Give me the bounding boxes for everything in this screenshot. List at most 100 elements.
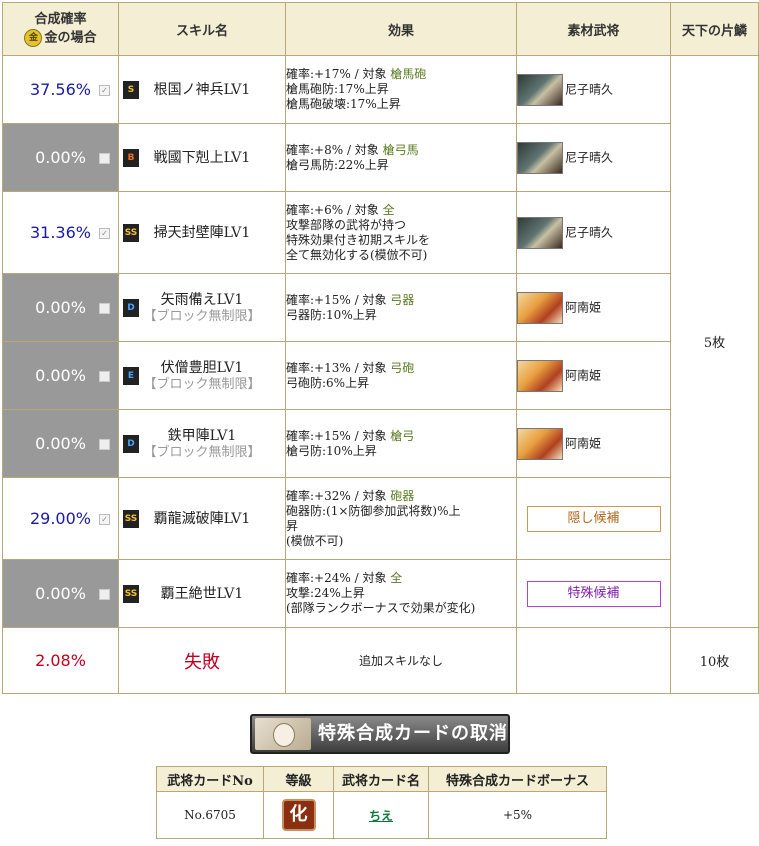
skill-name: 鉄甲陣LV1	[167, 427, 237, 444]
effect-line: 特殊効果付き初期スキルを	[286, 232, 431, 247]
cancel-button-label: 特殊合成カードの取消	[318, 723, 508, 744]
card-no: No.6705	[156, 791, 264, 839]
header-skill: スキル名	[118, 2, 286, 56]
rate-cell: 0.00%	[2, 273, 119, 342]
rate-cell: 0.00%	[2, 409, 119, 478]
skill-checkbox[interactable]	[99, 370, 110, 382]
skill-checkbox[interactable]: ✓	[99, 227, 110, 239]
card-name-cell: ちえ	[333, 791, 429, 839]
effect-prob: 確率:+6% / 対象	[286, 202, 383, 217]
effect-line: 槍弓防:10%上昇	[286, 443, 377, 458]
fail-label: 失敗	[118, 627, 286, 694]
rate-cell: 29.00% ✓	[2, 477, 119, 560]
effect-cell: 確率:+15% / 対象 槍弓 槍弓防:10%上昇	[285, 409, 517, 478]
skill-block-note: 【ブロック無制限】	[143, 376, 261, 392]
rank-badge: B	[123, 148, 139, 167]
rank-badge: E	[123, 366, 139, 385]
pieces-cell: 5枚	[670, 55, 759, 628]
rank-badge: S	[123, 80, 139, 99]
rate-value: 0.00%	[35, 584, 86, 603]
rank-badge: D	[123, 298, 139, 317]
skill-row: 0.00% SS 覇王絶世LV1 確率:+24% / 対象 全 攻撃:24%上昇 …	[2, 559, 759, 628]
skill-block-note: 【ブロック無制限】	[143, 308, 261, 324]
effect-prob: 確率:+24% / 対象	[286, 571, 391, 585]
card-header-bonus: 特殊合成カードボーナス	[428, 766, 607, 792]
effect-line: 全て無効化する(模倣不可)	[286, 247, 428, 262]
effect-prob: 確率:+15% / 対象	[286, 292, 391, 307]
material-name: 阿南姫	[565, 368, 602, 382]
rate-cell: 31.36% ✓	[2, 191, 119, 274]
material-name: 阿南姫	[565, 436, 602, 450]
skill-row: 0.00% B 戦國下剋上LV1 確率:+8% / 対象 槍弓馬 槍弓馬防:22%…	[2, 123, 759, 192]
fail-material	[516, 627, 671, 694]
effect-prob: 確率:+15% / 対象	[286, 428, 391, 443]
effect-line: 砲器防:(1×防御参加武将数)%上	[286, 503, 461, 518]
skill-checkbox[interactable]	[99, 302, 110, 314]
fail-row: 2.08% 失敗 追加スキルなし 10枚	[2, 627, 759, 694]
effect-prob: 確率:+13% / 対象	[286, 360, 391, 375]
general-portrait	[517, 291, 563, 324]
hidden-candidate-button[interactable]: 隠し候補	[526, 505, 661, 532]
skill-row: 29.00% ✓ SS 覇龍滅破陣LV1 確率:+32% / 対象 砲器 砲器防:(…	[2, 477, 759, 560]
effect-line: 槍馬砲防:17%上昇	[286, 82, 389, 96]
rate-cell: 0.00%	[2, 341, 119, 410]
fail-effect: 追加スキルなし	[285, 627, 517, 694]
effect-prob: 確率:+17% / 対象	[286, 67, 391, 81]
effect-target: 全	[390, 571, 403, 585]
effect-line: 昇	[286, 518, 299, 533]
header-material: 素材武将	[516, 2, 671, 56]
effect-target: 槍弓	[390, 428, 415, 443]
rate-value: 0.00%	[35, 434, 86, 453]
general-portrait	[517, 359, 563, 392]
general-portrait	[517, 141, 563, 174]
skill-name: 覇王絶世LV1	[160, 585, 244, 602]
skill-cell: SS 掃天封壁陣LV1	[118, 191, 286, 274]
card-grade-cell: 化	[263, 791, 334, 839]
effect-target: 槍馬砲	[390, 67, 427, 81]
effect-line: 槍弓馬防:22%上昇	[286, 157, 389, 172]
effect-line: 弓砲防:6%上昇	[286, 375, 370, 390]
skill-checkbox[interactable]	[99, 588, 110, 600]
synthesis-table: 合成確率 金金の場合 スキル名 効果 素材武将 天下の片鱗 37.56% ✓ S根…	[2, 2, 759, 694]
fail-rate: 2.08%	[2, 627, 119, 694]
material-cell: 特殊候補	[516, 559, 671, 628]
effect-cell: 確率:+6% / 対象 全 攻撃部隊の武将が持つ 特殊効果付き初期スキルを 全て…	[285, 191, 517, 274]
rank-badge: SS	[123, 509, 139, 528]
effect-prob: 確率:+32% / 対象	[286, 488, 391, 503]
general-face-icon	[255, 718, 311, 750]
material-name: 尼子晴久	[565, 150, 614, 164]
header-pieces: 天下の片鱗	[670, 2, 759, 56]
skill-checkbox[interactable]: ✓	[99, 84, 110, 96]
skill-block-note: 【ブロック無制限】	[143, 444, 261, 460]
skill-checkbox[interactable]	[99, 152, 110, 164]
effect-target: 槍弓馬	[382, 142, 419, 157]
skill-name: 根国ノ神兵LV1	[153, 81, 251, 98]
material-cell: 阿南姫	[516, 341, 671, 410]
skill-checkbox[interactable]: ✓	[99, 513, 110, 525]
skill-checkbox[interactable]	[99, 438, 110, 450]
skill-cell: SS 覇龍滅破陣LV1	[118, 477, 286, 560]
rank-badge: SS	[123, 223, 139, 242]
skill-row: 0.00% D 鉄甲陣LV1 【ブロック無制限】 確率:+15% / 対象 槍弓 槍…	[2, 409, 759, 478]
general-portrait	[517, 216, 563, 249]
material-name: 尼子晴久	[565, 225, 614, 239]
skill-name: 伏僧豊胆LV1	[160, 359, 244, 376]
material-name: 阿南姫	[565, 300, 602, 314]
special-candidate-button[interactable]: 特殊候補	[526, 580, 661, 607]
rank-badge: SS	[123, 584, 139, 603]
general-portrait	[517, 73, 563, 106]
effect-line: 攻撃部隊の武将が持つ	[286, 217, 407, 232]
material-name: 尼子晴久	[565, 82, 614, 96]
effect-prob: 確率:+8% / 対象	[286, 142, 383, 157]
skill-cell: S 根国ノ神兵LV1	[118, 55, 286, 124]
cancel-special-card-button[interactable]: 特殊合成カードの取消	[250, 714, 510, 754]
skill-name: 矢雨備えLV1	[160, 291, 244, 308]
card-name-link[interactable]: ちえ	[369, 809, 393, 823]
material-cell: 阿南姫	[516, 409, 671, 478]
rate-value: 31.36%	[29, 223, 91, 242]
material-cell: 尼子晴久	[516, 55, 671, 124]
card-bonus: +5%	[428, 791, 607, 839]
material-cell: 尼子晴久	[516, 191, 671, 274]
effect-cell: 確率:+17% / 対象 槍馬砲 槍馬砲防:17%上昇 槍馬砲破壊:17%上昇	[285, 55, 517, 124]
rate-cell: 0.00%	[2, 559, 119, 628]
